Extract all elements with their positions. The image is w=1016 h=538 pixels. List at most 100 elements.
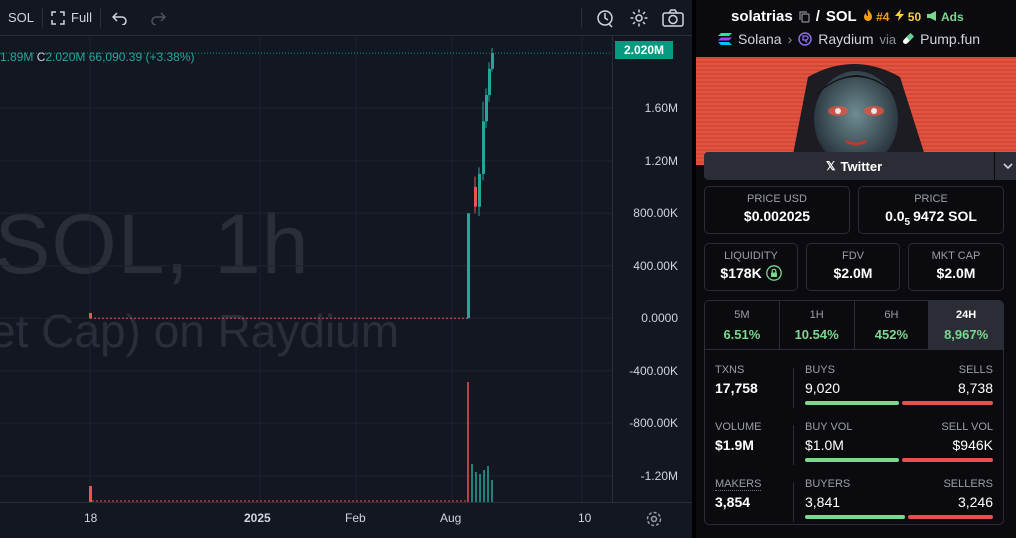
price-tick-label: -1.20M: [640, 468, 678, 483]
sell-bar: [908, 515, 993, 519]
chain-name[interactable]: Solana: [738, 31, 782, 47]
tab-5m[interactable]: 5M 6.51%: [705, 301, 780, 349]
column-divider: [793, 368, 794, 408]
ohlc-legend: 1.89M C2.020M 66,090.39 (+3.38%): [0, 50, 195, 64]
liquidity-label: LIQUIDITY: [724, 250, 778, 262]
buy-bar: [805, 401, 899, 405]
time-axis[interactable]: 18 2025 Feb Aug 10: [0, 502, 692, 538]
fullscreen-button[interactable]: Full: [43, 0, 100, 35]
txns-label: TXNS: [715, 364, 745, 376]
liquidity-box: LIQUIDITY $178K: [704, 243, 798, 291]
transaction-stats: TXNS 17,758 BUYS SELLS 9,020 8,738 VOLUME $1…: [704, 350, 1004, 525]
ads-label: Ads: [941, 9, 964, 24]
price-tick-label: 400.00K: [633, 258, 678, 273]
buyers-label: BUYERS: [805, 478, 851, 490]
pair-separator: /: [815, 8, 820, 25]
tab-1h[interactable]: 1H 10.54%: [780, 301, 855, 349]
time-tick-label: Aug: [440, 511, 462, 525]
dex-name[interactable]: Raydium: [818, 31, 873, 47]
tab-24h-label: 24H: [956, 309, 977, 321]
fdv-value: $2.0M: [833, 265, 873, 281]
volume-bar: [89, 486, 92, 502]
tab-24h[interactable]: 24H 8,967%: [929, 301, 1003, 349]
makers-value: 3,854: [715, 494, 751, 510]
undo-icon[interactable]: [109, 7, 131, 29]
txns-value: 17,758: [715, 380, 758, 396]
tab-24h-change: 8,967%: [944, 327, 989, 342]
price-native-suffix: 9472 SOL: [913, 208, 977, 224]
mkt-cap-value: $2.0M: [936, 265, 976, 281]
price-tick-label: -400.00K: [629, 363, 678, 378]
price-usd-value: $0.002025: [743, 208, 811, 224]
solana-icon: [718, 33, 732, 45]
time-tick-label: Feb: [345, 511, 366, 525]
volume-label: VOLUME: [715, 421, 762, 433]
copy-icon[interactable]: [799, 10, 810, 23]
chart-canvas[interactable]: /SOL, 1h et Cap) on Raydium 1.89M C2.020…: [0, 36, 692, 502]
price-usd-label: PRICE USD: [747, 193, 807, 205]
buys-label: BUYS: [805, 364, 835, 376]
makers-bar: [805, 515, 993, 519]
price-native-value: 0.05 9472 SOL: [859, 208, 1003, 228]
mkt-cap-box: MKT CAP $2.0M: [908, 243, 1004, 291]
tab-5m-label: 5M: [734, 309, 750, 321]
sell-vol-label: SELL VOL: [941, 421, 993, 433]
candle: [474, 186, 477, 207]
volume-bar: [475, 472, 477, 502]
makers-label[interactable]: MAKERS: [715, 478, 762, 491]
lock-icon[interactable]: [765, 265, 782, 281]
volume-bar: [471, 464, 473, 502]
banner-artwork: [696, 57, 1016, 165]
volume-bar: [491, 480, 493, 502]
candle: [491, 53, 494, 69]
price-axis[interactable]: 1.60M 1.20M 800.00K 400.00K 0.0000 -400.00K -8…: [612, 36, 692, 502]
flame-icon: [863, 9, 872, 21]
buys-sells-bar: [805, 401, 993, 405]
fullscreen-label: Full: [71, 10, 92, 25]
redo-icon[interactable]: [147, 7, 169, 29]
price-tick-label: 0.0000: [641, 311, 678, 326]
candle: [488, 68, 491, 96]
axis-settings-icon[interactable]: [645, 510, 663, 528]
tab-6h-label: 6H: [884, 309, 899, 321]
price-usd-box: PRICE USD $0.002025: [704, 186, 850, 234]
launchpad-name[interactable]: Pump.fun: [920, 31, 980, 47]
buy-bar: [805, 515, 905, 519]
column-divider: [793, 425, 794, 465]
buyers-value: 3,841: [805, 494, 841, 510]
buy-vol-value: $1.0M: [805, 437, 844, 453]
buys-value: 9,020: [805, 380, 841, 396]
tab-6h-change: 452%: [874, 327, 908, 342]
price-tick-label: 800.00K: [633, 206, 678, 221]
last-price-tag: 2.020M: [615, 41, 673, 59]
chevron-down-icon: [1002, 163, 1013, 169]
twitter-button[interactable]: 𝕏 Twitter: [704, 152, 1016, 180]
volume-bar: [483, 470, 485, 502]
toolbar-divider: [581, 8, 582, 28]
symbol-button[interactable]: SOL: [0, 0, 42, 35]
boost-badge[interactable]: 50: [895, 9, 921, 24]
settings-icon[interactable]: [628, 7, 650, 29]
price-native-label: PRICE: [914, 193, 948, 205]
lightning-icon: [895, 9, 905, 21]
socials-dropdown-button[interactable]: [994, 152, 1016, 180]
symbol-label: SOL: [8, 10, 35, 25]
trending-rank-badge[interactable]: #4: [863, 9, 889, 24]
candle: [478, 173, 481, 207]
tab-1h-label: 1H: [809, 309, 824, 321]
tab-6h[interactable]: 6H 452%: [855, 301, 930, 349]
quote-token: SOL: [825, 8, 857, 25]
tab-5m-change: 6.51%: [723, 327, 761, 342]
price-tick-label: 1.60M: [644, 101, 678, 116]
pair-title: solatrias / SOL #4 50 Ads: [731, 8, 964, 25]
camera-icon[interactable]: [662, 7, 684, 29]
liquidity-value: $178K: [705, 265, 797, 281]
ads-badge[interactable]: Ads: [927, 10, 964, 24]
fullscreen-icon: [51, 10, 65, 25]
sells-value: 8,738: [957, 380, 993, 396]
price-tick-label: 1.20M: [644, 153, 678, 168]
replay-icon[interactable]: [594, 7, 616, 29]
buy-bar: [805, 458, 899, 462]
volume-bar: [487, 466, 489, 502]
token-name: solatrias: [731, 8, 793, 25]
